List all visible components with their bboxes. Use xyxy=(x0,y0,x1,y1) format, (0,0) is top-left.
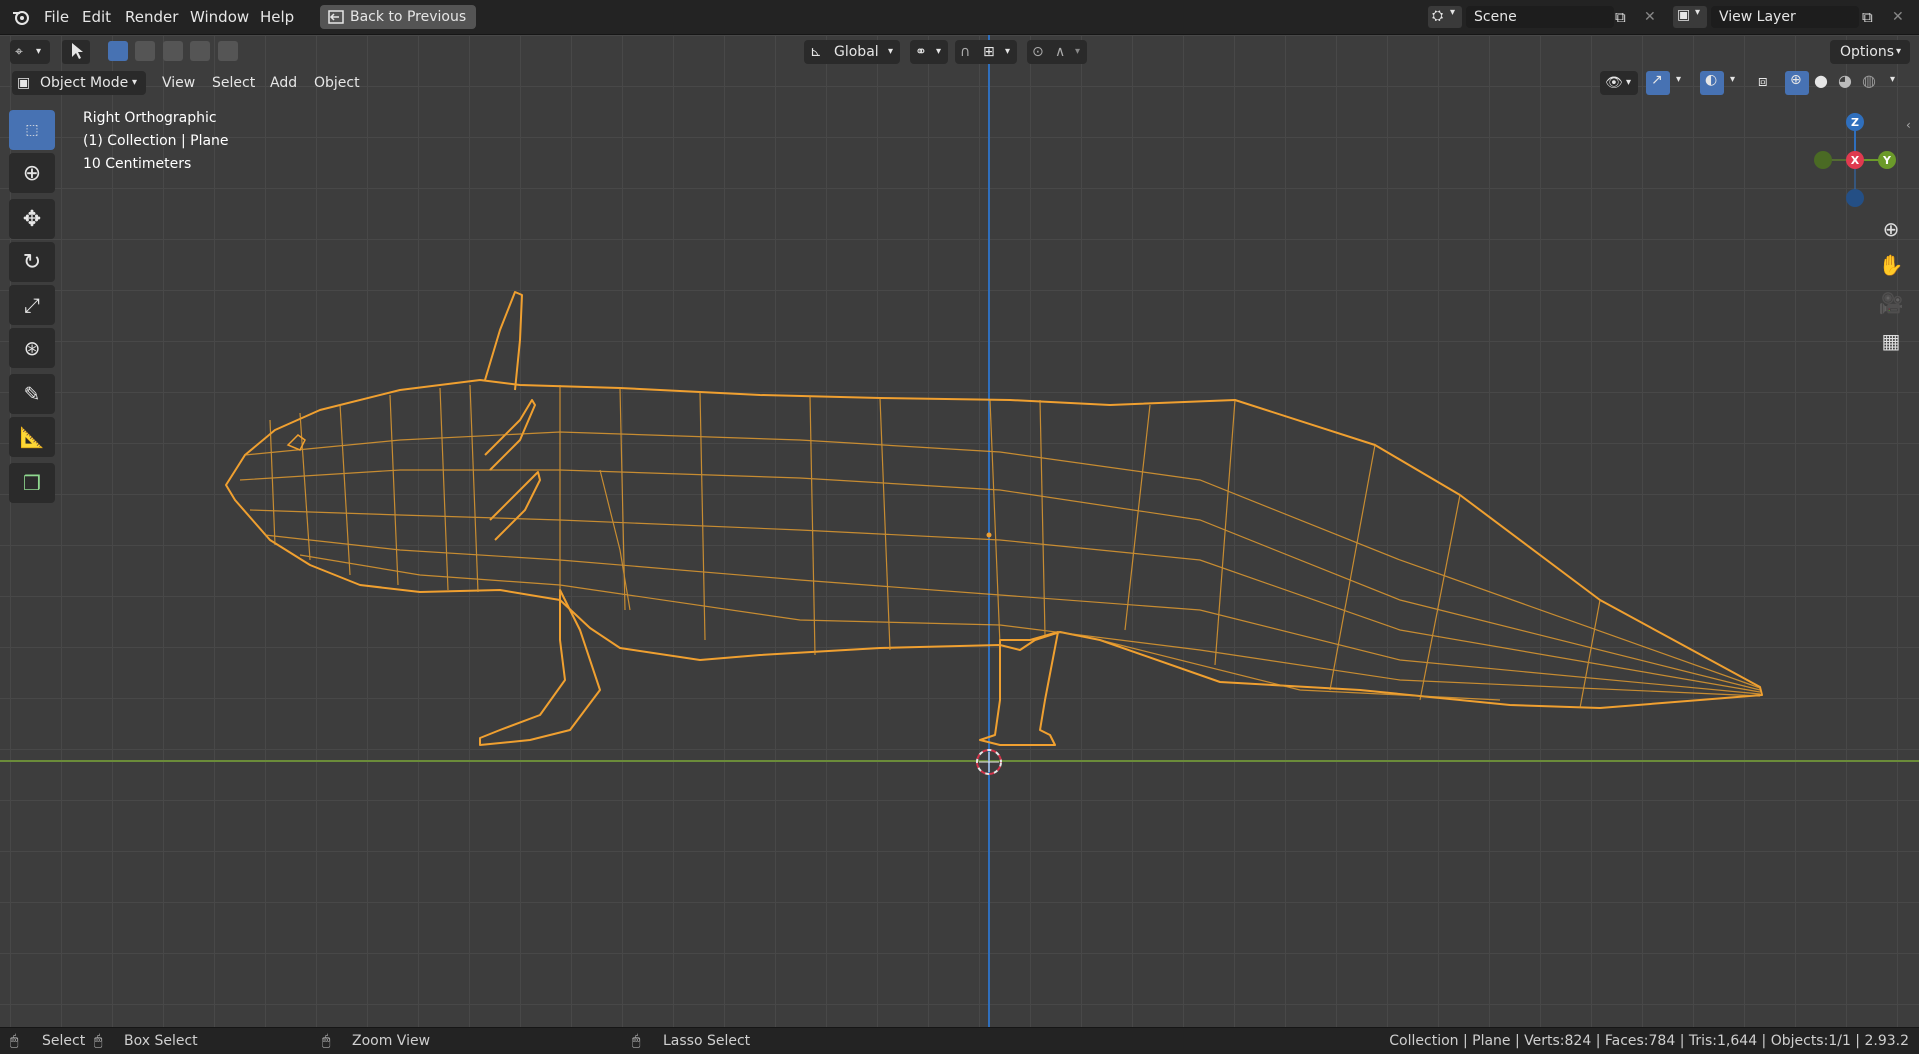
scene-statistics: Collection | Plane | Verts:824 | Faces:7… xyxy=(1389,1033,1909,1049)
status-bar: 🖱 Select 🖱 Box Select 🖱 Zoom View 🖱 Lass… xyxy=(0,1027,1919,1054)
mouse-left-icon: 🖱 xyxy=(10,1033,19,1049)
3d-cursor-icon[interactable] xyxy=(976,749,1002,775)
axolotl-mesh-wireframe[interactable] xyxy=(0,0,1919,1053)
status-zoom-view: Zoom View xyxy=(352,1033,431,1049)
mesh-front-leg xyxy=(479,589,601,746)
status-box-select: Box Select xyxy=(124,1033,198,1049)
mesh-body-outline xyxy=(225,379,1763,709)
mouse-right-icon: 🖱 xyxy=(632,1033,641,1049)
status-lasso-select: Lasso Select xyxy=(663,1033,751,1049)
mouse-drag-icon: 🖱 xyxy=(94,1033,103,1049)
mesh-gill-upper xyxy=(484,291,523,391)
mesh-gill-lower xyxy=(489,471,541,541)
status-select: Select xyxy=(42,1033,86,1049)
mouse-middle-icon: 🖱 xyxy=(322,1033,331,1049)
object-origin-dot xyxy=(986,532,992,538)
